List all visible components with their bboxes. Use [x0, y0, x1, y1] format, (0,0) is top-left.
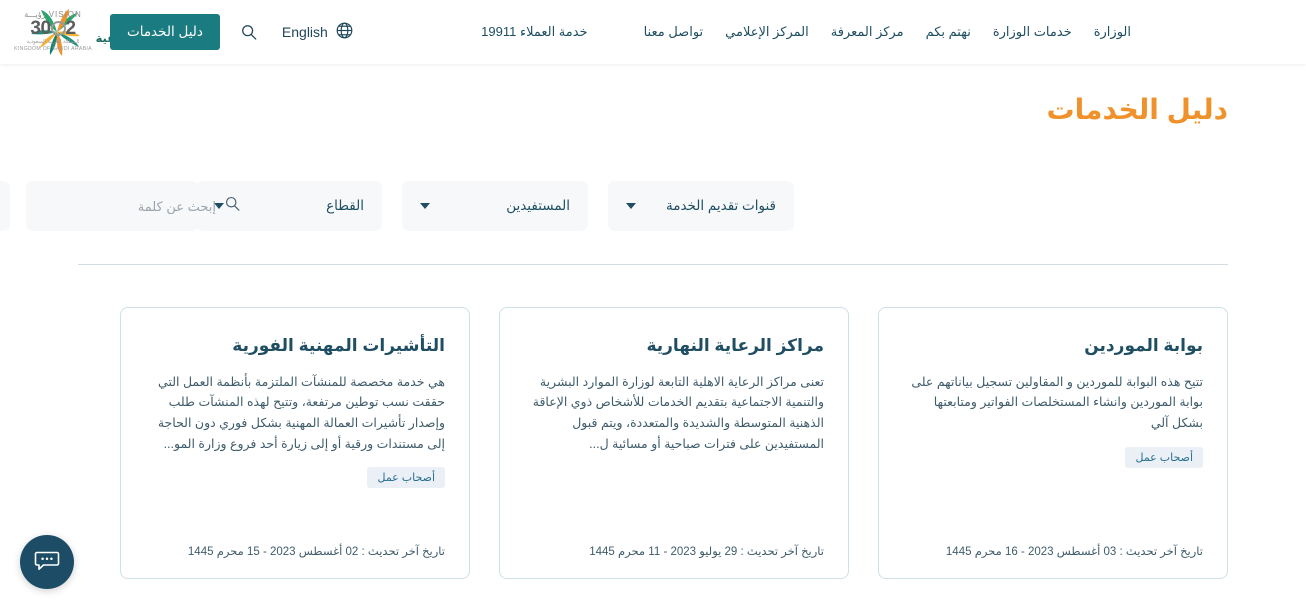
filter-beneficiary-dropdown[interactable]: المستفيدين — [402, 181, 588, 231]
service-card[interactable]: بوابة الموردين تتيح هذه البوابة للموردين… — [878, 307, 1228, 579]
chevron-down-icon — [626, 203, 636, 209]
services-card-list: بوابة الموردين تتيح هذه البوابة للموردين… — [78, 307, 1228, 579]
search-input[interactable] — [40, 198, 216, 214]
search-icon[interactable] — [224, 195, 241, 217]
main-navigation: الوزارة خدمات الوزارة نهتم بكم مركز المع… — [481, 0, 1131, 64]
service-card-title: التأشيرات المهنية الفورية — [232, 336, 445, 355]
language-toggle[interactable]: English — [282, 21, 354, 43]
language-label: English — [281, 24, 328, 40]
filter-divider — [78, 264, 1228, 265]
header-left-controls: English دليل الخدمات VISION رؤيـــة 230 … — [0, 0, 354, 64]
filter-channels-label: قنوات تقديم الخدمة — [665, 198, 776, 213]
filter-beneficiary-label: المستفيدين — [506, 198, 570, 213]
service-card-description: تتيح هذه البوابة للموردين و المقاولين تس… — [911, 374, 1203, 431]
service-card-date: تاريخ آخر تحديث : 03 أغسطس 2023 - 16 محر… — [945, 546, 1203, 558]
vision-logo-number: 2 30 — [14, 19, 92, 39]
search-icon[interactable] — [240, 23, 258, 41]
search-box[interactable] — [26, 181, 240, 231]
filter-channels-dropdown[interactable]: قنوات تقديم الخدمة — [608, 181, 794, 231]
service-card-description: تعنى مراكز الرعاية الاهلية التابعة لوزار… — [532, 374, 824, 451]
nav-item-customer-service[interactable]: خدمة العملاء 19911 — [481, 24, 587, 40]
service-card-badge-wrap: أصحاب عمل — [145, 467, 445, 489]
services-directory-button[interactable]: دليل الخدمات — [110, 14, 220, 50]
page-title: دليل الخدمات — [1046, 94, 1228, 125]
nav-item-ministry[interactable]: الوزارة — [1094, 24, 1131, 40]
page-body: دليل الخدمات القطاع المستفيدين قنوات تقد… — [0, 64, 1306, 600]
nav-item-knowledge-center[interactable]: مركز المعرفة — [831, 24, 904, 40]
chevron-down-icon — [420, 203, 430, 209]
chat-bubble-icon — [33, 546, 61, 579]
service-card[interactable]: التأشيرات المهنية الفورية هي خدمة مخصصة … — [120, 307, 470, 579]
vision-logo-30: 30 — [30, 18, 51, 39]
service-card-title: مراكز الرعاية النهارية — [646, 336, 824, 355]
chat-widget-button[interactable] — [20, 535, 74, 589]
globe-icon — [335, 21, 354, 43]
vision-logo-bottom-en: KINGDOM OF SAUDI ARABIA — [14, 45, 92, 52]
vision-2030-logo[interactable]: VISION رؤيـــة 230 المملكة العربية السعو… — [14, 10, 92, 54]
filter-bar: القطاع المستفيدين قنوات تقديم الخدمة الت… — [0, 181, 1228, 231]
status-badge: أصحاب عمل — [1125, 446, 1203, 468]
service-card-title: بوابة الموردين — [1084, 336, 1203, 355]
filter-sector-label: القطاع — [326, 198, 364, 213]
service-card-badge-wrap: أصحاب عمل — [903, 446, 1203, 469]
vision-logo-top: VISION رؤيـــة — [24, 10, 82, 19]
sort-dropdown[interactable]: الترتيب حسب: الأحدث — [0, 181, 10, 231]
nav-item-media-center[interactable]: المركز الإعلامي — [725, 24, 809, 40]
vision-logo-2: 2 — [65, 18, 77, 39]
nav-item-we-care[interactable]: نهتم بكم — [926, 24, 971, 40]
nav-item-ministry-services[interactable]: خدمات الوزارة — [993, 24, 1072, 40]
service-card-date: تاريخ آخر تحديث : 29 يوليو 2023 - 11 محر… — [589, 546, 824, 558]
service-card-date: تاريخ آخر تحديث : 02 أغسطس 2023 - 15 محر… — [187, 546, 445, 558]
vision-logo-ornament-icon — [50, 21, 66, 36]
service-card[interactable]: مراكز الرعاية النهارية تعنى مراكز الرعاي… — [499, 307, 849, 579]
nav-item-contact-us[interactable]: تواصل معنا — [644, 24, 704, 40]
site-header: المـوارد البشرية والتنمية الاجتماعية الو… — [0, 0, 1306, 64]
status-badge: أصحاب عمل — [367, 467, 445, 489]
service-card-description: هي خدمة مخصصة للمنشآت الملتزمة بأنظمة ال… — [157, 374, 445, 451]
service-card-badge-wrap — [524, 467, 824, 489]
